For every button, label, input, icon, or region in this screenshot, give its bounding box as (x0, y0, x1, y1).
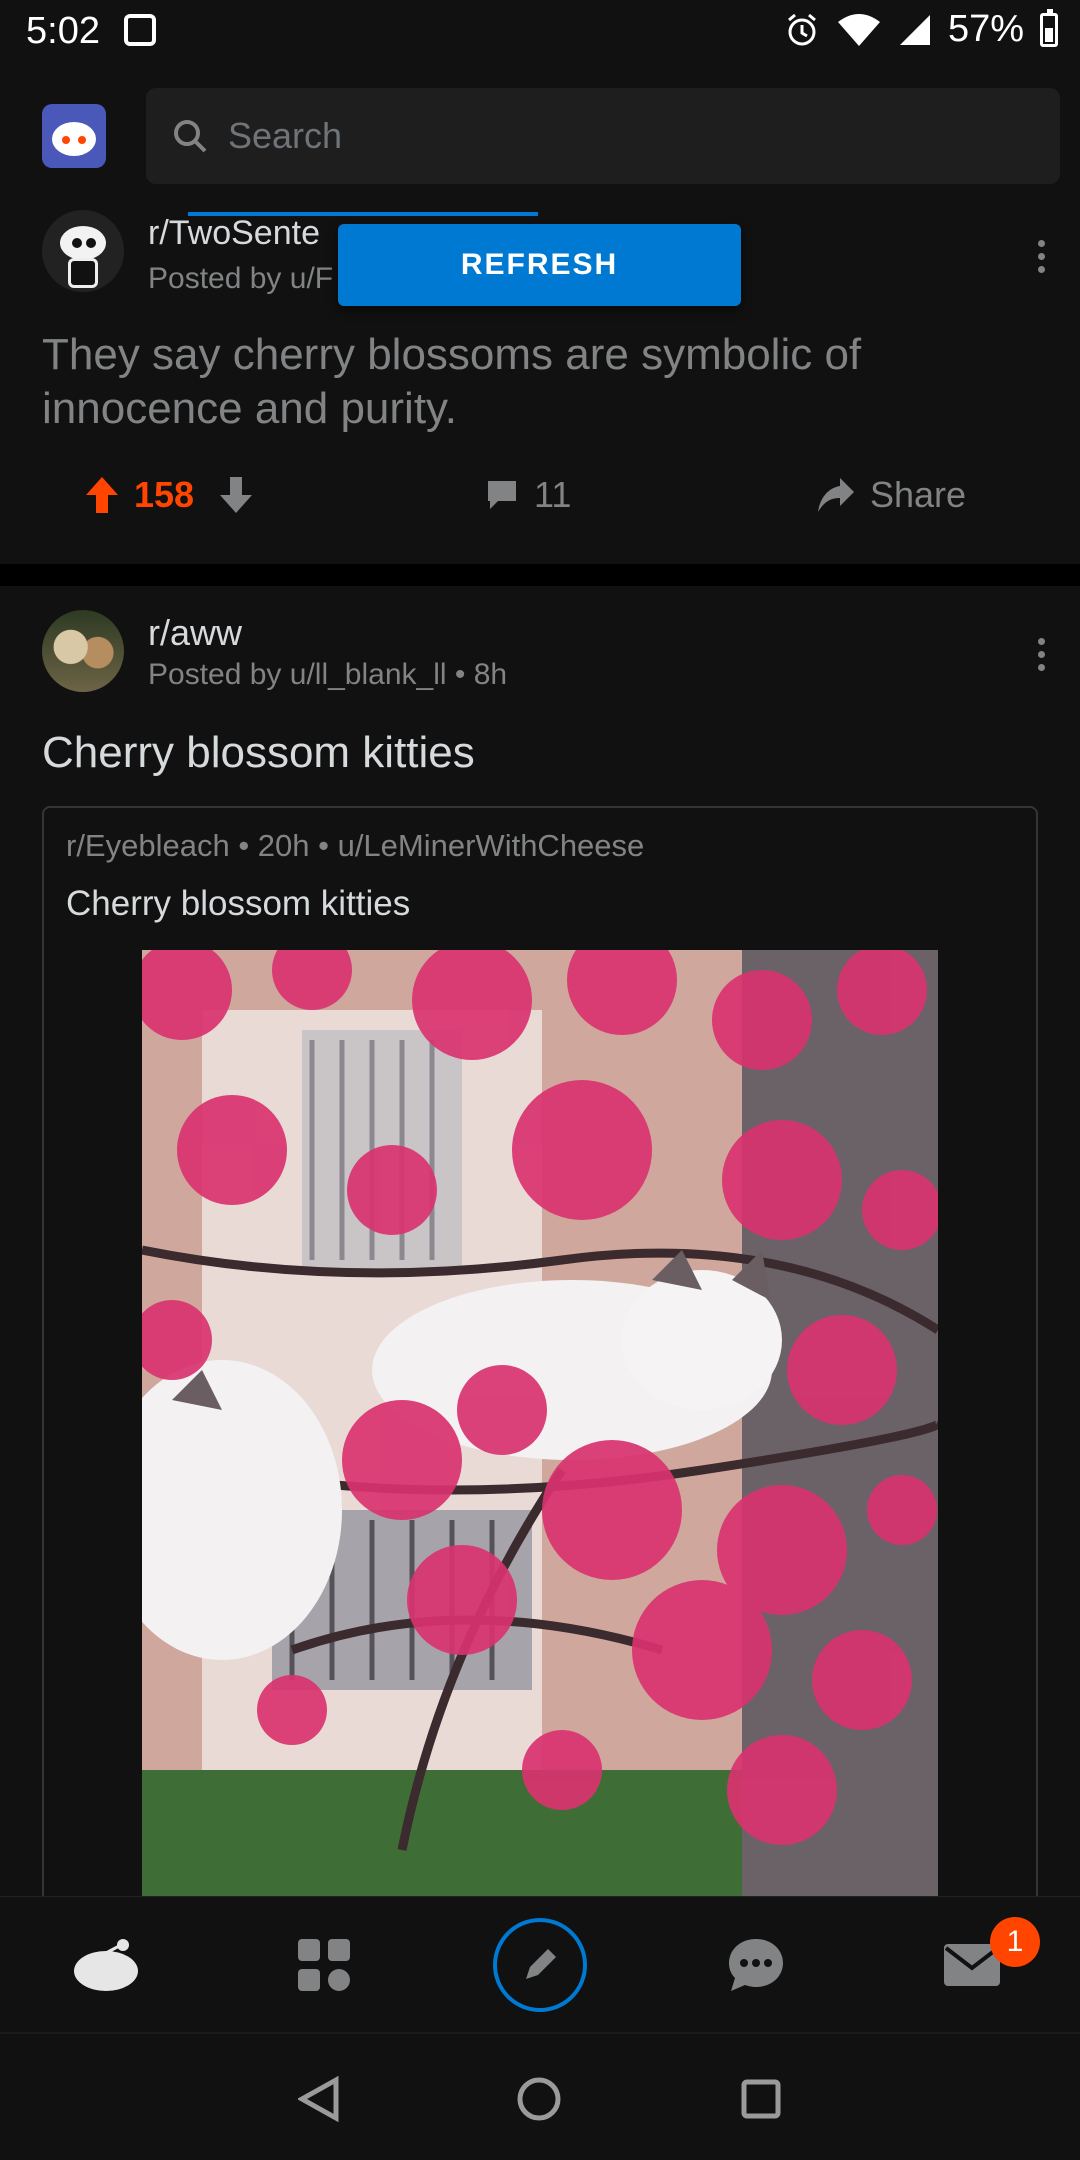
search-bar[interactable] (146, 88, 1060, 184)
share-icon (818, 478, 854, 512)
subreddit-avatar[interactable] (42, 610, 124, 692)
share-button[interactable]: Share (816, 474, 966, 516)
status-time: 5:02 (26, 10, 100, 52)
subreddit-name[interactable]: r/TwoSente (148, 214, 320, 253)
notification-app-icon (124, 14, 156, 46)
recents-icon[interactable] (740, 2078, 782, 2120)
share-label: Share (870, 474, 967, 515)
avatar-head (60, 226, 106, 260)
search-icon (174, 120, 207, 153)
nav-home[interactable] (36, 1897, 176, 2033)
home-circle-icon[interactable] (516, 2076, 562, 2122)
downvote-icon[interactable] (218, 475, 254, 515)
cellular-signal-icon (899, 14, 930, 45)
subreddit-avatar[interactable] (42, 210, 124, 292)
nav-chat[interactable] (686, 1897, 826, 2033)
post-card[interactable]: r/TwoSente Posted by u/F REFRESH They sa… (0, 206, 1080, 564)
battery-percent: 57% (947, 8, 1024, 50)
create-post-icon (493, 1918, 587, 2012)
home-icon (74, 1939, 138, 1991)
subreddit-name[interactable]: r/aww (148, 612, 242, 654)
comment-count: 11 (534, 474, 572, 515)
battery-icon (1040, 8, 1058, 47)
post-options-icon[interactable] (1038, 240, 1046, 273)
alarm-icon (787, 13, 816, 45)
avatar-eye (72, 238, 82, 248)
post-title[interactable]: Cherry blossom kitties (42, 728, 475, 778)
crosspost-title: Cherry blossom kitties (66, 884, 411, 923)
avatar-body (68, 258, 98, 288)
post-title[interactable]: They say cherry blossoms are symbolic of… (42, 328, 1042, 436)
snoo-eye-icon (62, 136, 70, 144)
app-header (0, 66, 1080, 206)
snoo-eye-icon (78, 136, 86, 144)
comments-button[interactable]: 11 (484, 474, 571, 516)
system-navigation-bar (0, 2032, 1080, 2160)
upvote-icon[interactable] (84, 475, 120, 515)
loading-indicator (188, 212, 538, 216)
vote-group: 158 (84, 474, 254, 516)
status-bar: 5:02 57% (0, 0, 1080, 66)
comment-icon (488, 481, 516, 509)
nav-communities[interactable] (254, 1897, 394, 2033)
post-meta: Posted by u/F (148, 262, 334, 295)
avatar-eye (86, 238, 96, 248)
search-input[interactable] (228, 115, 928, 157)
bottom-navigation: 1 (0, 1896, 1080, 2032)
post-video[interactable] (142, 950, 938, 1896)
communities-icon (298, 1939, 350, 1991)
post-actions: 158 11 Share (0, 466, 1080, 536)
vote-count: 158 (134, 474, 195, 515)
feed-divider (0, 564, 1080, 586)
post-options-icon[interactable] (1038, 638, 1046, 671)
refresh-button[interactable]: REFRESH (338, 224, 741, 306)
reddit-avatar-button[interactable] (42, 104, 106, 168)
post-meta: Posted by u/ll_blank_ll • 8h (148, 658, 508, 691)
inbox-badge: 1 (990, 1917, 1040, 1967)
nav-create-post[interactable] (470, 1897, 610, 2033)
status-icons: 57% (784, 8, 1058, 51)
chat-icon (729, 1939, 783, 1991)
cherry-blossom-cats-image (142, 950, 938, 1896)
crosspost-meta: r/Eyebleach • 20h • u/LeMinerWithCheese (66, 828, 645, 863)
back-icon[interactable] (298, 2076, 340, 2122)
wifi-icon (837, 13, 880, 46)
snoo-face (52, 122, 96, 156)
